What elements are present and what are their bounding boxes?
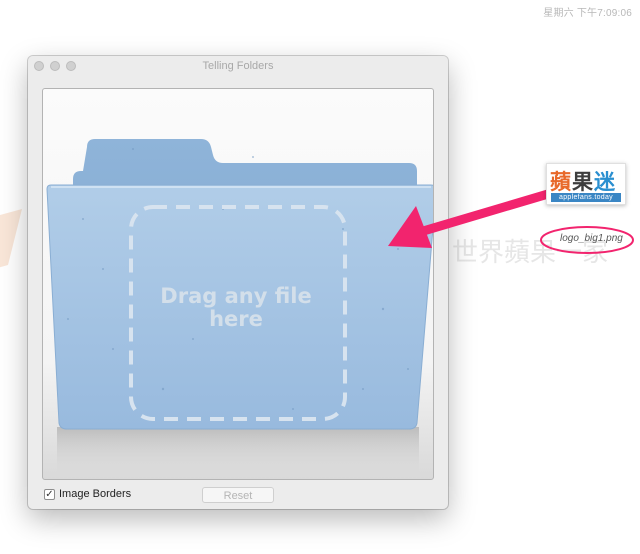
desktop-file-icon[interactable]: 蘋果迷 applefans.today: [546, 163, 626, 205]
menubar-clock: 星期六 下午7:09:06: [543, 8, 632, 19]
image-borders-label: Image Borders: [59, 488, 132, 500]
logo-english-text: applefans.today: [551, 193, 621, 202]
pointer-arrow-icon: [388, 189, 553, 248]
image-borders-checkbox[interactable]: ✓: [44, 488, 55, 500]
checkmark-icon: ✓: [45, 488, 54, 500]
window-title: Telling Folders: [202, 60, 274, 72]
reset-button[interactable]: Reset: [202, 487, 274, 503]
app-window: Telling Folders Drag any file here ✓ Ima…: [28, 56, 448, 509]
title-bar[interactable]: Telling Folders: [28, 56, 448, 77]
desktop-file-name[interactable]: logo_big1.png: [560, 233, 623, 244]
drop-instruction: Drag any file here: [160, 284, 312, 331]
logo-chinese-text: 蘋果迷: [550, 170, 616, 194]
image-borders-option[interactable]: ✓ Image Borders: [44, 488, 131, 500]
drop-zone[interactable]: Drag any file here: [42, 88, 434, 480]
bottom-bar: ✓ Image Borders Reset: [44, 487, 434, 506]
